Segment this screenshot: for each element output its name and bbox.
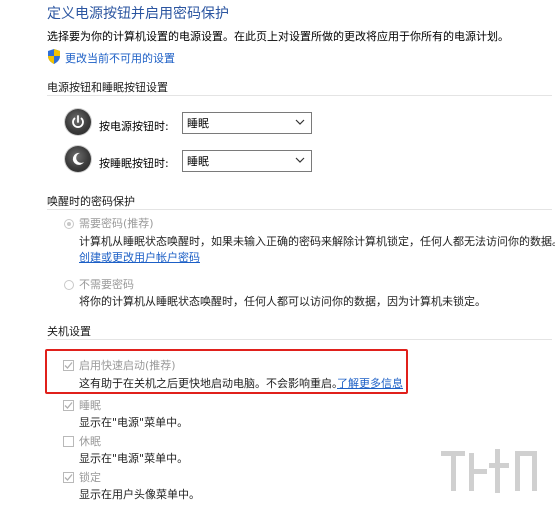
- lock-checkbox[interactable]: [63, 472, 74, 483]
- no-password-radio[interactable]: [64, 280, 74, 290]
- lock-option-desc: 显示在用户头像菜单中。: [79, 488, 200, 501]
- sleep-checkbox[interactable]: [63, 400, 74, 411]
- divider: [47, 95, 552, 96]
- hibernate-checkbox[interactable]: [63, 436, 74, 447]
- uac-shield-icon: [47, 49, 61, 67]
- sleep-option-desc: 显示在"电源"菜单中。: [79, 416, 189, 429]
- highlight-box: [45, 349, 408, 394]
- power-button-select[interactable]: 睡眠: [182, 112, 312, 134]
- sleep-button-label: 按睡眠按钮时:: [99, 157, 169, 170]
- change-settings-link-text[interactable]: 更改当前不可用的设置: [65, 50, 175, 66]
- watermark-logo: [439, 443, 549, 502]
- check-icon: [64, 474, 73, 481]
- create-password-link[interactable]: 创建或更改用户帐户密码: [79, 249, 200, 265]
- lock-option-label: 锁定: [79, 471, 101, 484]
- hibernate-option-label: 休眠: [79, 435, 101, 448]
- require-password-radio[interactable]: [64, 219, 74, 229]
- chevron-down-icon: [295, 117, 305, 127]
- no-password-label: 不需要密码: [79, 278, 134, 291]
- page-subtitle: 选择要为你的计算机设置的电源设置。在此页上对设置所做的更改将应用于你所有的电源计…: [47, 30, 509, 43]
- page-title: 定义电源按钮并启用密码保护: [47, 6, 229, 22]
- wake-section-header: 唤醒时的密码保护: [47, 195, 135, 208]
- shutdown-section-header: 关机设置: [47, 325, 91, 338]
- sleep-option-label: 睡眠: [79, 399, 101, 412]
- no-password-desc: 将你的计算机从睡眠状态唤醒时，任何人都可以访问你的数据，因为计算机未锁定。: [79, 295, 486, 308]
- sleep-button-select-value: 睡眠: [187, 155, 209, 168]
- chevron-down-icon: [295, 155, 305, 165]
- require-password-desc: 计算机从睡眠状态唤醒时，如果未输入正确的密码来解除计算机锁定，任何人都无法访问你…: [79, 235, 555, 248]
- divider: [47, 339, 552, 340]
- divider: [47, 209, 552, 210]
- check-icon: [64, 402, 73, 409]
- sleep-button-select[interactable]: 睡眠: [182, 150, 312, 172]
- hibernate-option-desc: 显示在"电源"菜单中。: [79, 452, 189, 465]
- change-settings-link[interactable]: 更改当前不可用的设置: [47, 49, 175, 67]
- power-section-header: 电源按钮和睡眠按钮设置: [47, 81, 168, 94]
- sleep-icon: [65, 146, 91, 172]
- power-icon: [65, 109, 91, 135]
- power-button-select-value: 睡眠: [187, 117, 209, 130]
- require-password-label: 需要密码(推荐): [79, 217, 154, 230]
- power-button-label: 按电源按钮时:: [99, 120, 169, 133]
